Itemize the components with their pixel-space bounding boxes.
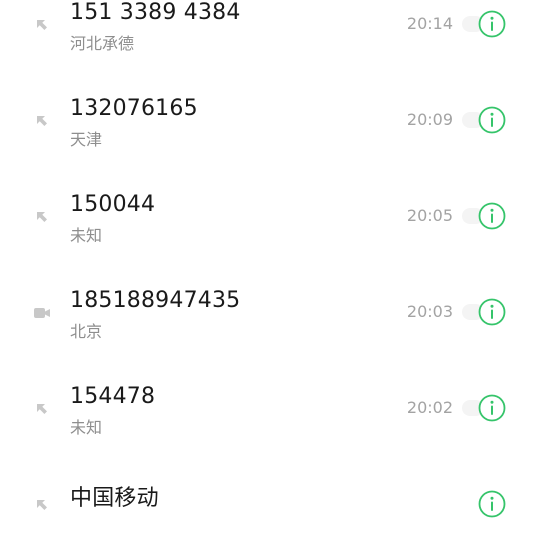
outgoing-call-icon bbox=[34, 497, 50, 513]
contact-location: 北京 bbox=[70, 322, 103, 341]
outgoing-call-icon bbox=[34, 209, 50, 225]
call-details-button[interactable] bbox=[477, 489, 507, 519]
info-icon bbox=[478, 106, 506, 134]
call-log-row[interactable]: 中国移动 bbox=[0, 456, 540, 552]
contact-location: 未知 bbox=[70, 226, 103, 245]
contact-location: 河北承德 bbox=[70, 34, 135, 53]
call-log-row[interactable]: 150044 未知 20:05 bbox=[0, 168, 540, 264]
contact-number: 132076165 bbox=[70, 96, 198, 121]
call-time: 20:09 bbox=[406, 110, 453, 129]
info-icon bbox=[478, 298, 506, 326]
call-details-button[interactable] bbox=[477, 201, 507, 231]
call-log-list: 151 3389 4384 河北承德 20:14 132076165 天津 20… bbox=[0, 0, 540, 552]
outgoing-call-icon bbox=[34, 113, 50, 129]
call-time: 20:05 bbox=[406, 206, 453, 225]
contact-location: 未知 bbox=[70, 418, 103, 437]
call-details-button[interactable] bbox=[477, 297, 507, 327]
call-time: 20:14 bbox=[406, 14, 453, 33]
video-call-icon bbox=[33, 305, 50, 321]
info-icon bbox=[478, 10, 506, 38]
call-log-row[interactable]: 132076165 天津 20:09 bbox=[0, 72, 540, 168]
info-icon bbox=[478, 490, 506, 518]
info-icon bbox=[478, 394, 506, 422]
call-time: 20:02 bbox=[406, 398, 453, 417]
contact-number: 151 3389 4384 bbox=[70, 0, 241, 25]
call-log-row[interactable]: 151 3389 4384 河北承德 20:14 bbox=[0, 0, 540, 72]
call-log-row[interactable]: 185188947435 北京 20:03 bbox=[0, 264, 540, 360]
outgoing-call-icon bbox=[34, 401, 50, 417]
contact-location: 天津 bbox=[70, 130, 103, 149]
call-time: 20:03 bbox=[406, 302, 453, 321]
contact-number: 185188947435 bbox=[70, 288, 241, 313]
info-icon bbox=[478, 202, 506, 230]
outgoing-call-icon bbox=[34, 17, 50, 33]
call-details-button[interactable] bbox=[477, 9, 507, 39]
contact-name: 中国移动 bbox=[70, 486, 159, 511]
call-details-button[interactable] bbox=[477, 393, 507, 423]
call-log-row[interactable]: 154478 未知 20:02 bbox=[0, 360, 540, 456]
call-details-button[interactable] bbox=[477, 105, 507, 135]
contact-number: 150044 bbox=[70, 192, 156, 217]
contact-number: 154478 bbox=[70, 384, 156, 409]
